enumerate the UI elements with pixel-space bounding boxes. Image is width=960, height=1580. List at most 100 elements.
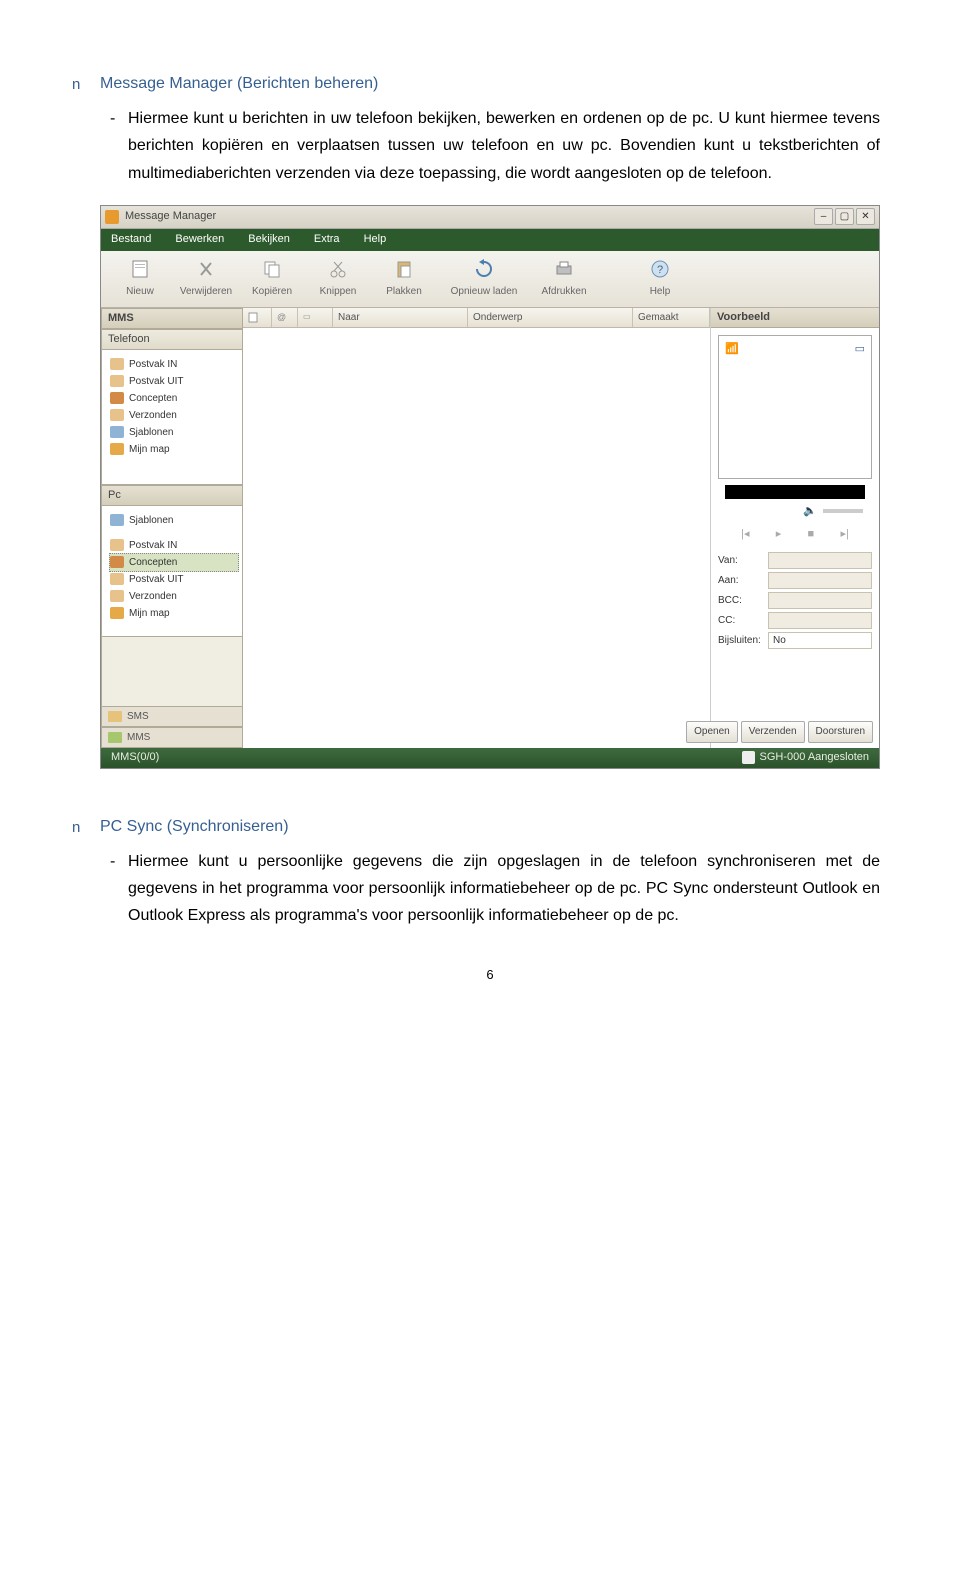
col-icon-1[interactable] — [243, 308, 272, 327]
tb-afdrukken[interactable]: Afdrukken — [533, 254, 595, 304]
tree-item-mijn-map-pc[interactable]: Mijn map — [110, 605, 238, 622]
cut-icon — [326, 258, 350, 280]
minimize-button[interactable]: – — [814, 208, 833, 225]
field-label-aan: Aan: — [718, 572, 764, 589]
col-icon-2[interactable]: @ — [272, 308, 298, 327]
tree-telefoon: Postvak IN Postvak UIT Concepten Verzond… — [101, 350, 243, 485]
message-manager-screenshot: Message Manager – ▢ ✕ Bestand Bewerken B… — [100, 205, 880, 769]
tree-item-mijn-map[interactable]: Mijn map — [110, 441, 238, 458]
col-onderwerp[interactable]: Onderwerp — [468, 308, 633, 327]
play-button[interactable]: ▸ — [776, 525, 782, 544]
tree-item-verzonden[interactable]: Verzonden — [110, 407, 238, 424]
message-list[interactable] — [243, 328, 710, 748]
sidebar-header-mms[interactable]: MMS — [101, 308, 243, 329]
inbox-icon — [110, 358, 124, 370]
templates-icon — [110, 426, 124, 438]
openen-button[interactable]: Openen — [686, 721, 738, 743]
folder-icon — [110, 607, 124, 619]
tree-item-sjablonen-pc[interactable]: Sjablonen — [110, 512, 238, 529]
tree-label: Mijn map — [129, 605, 170, 622]
tb-verwijderen[interactable]: Verwijderen — [175, 254, 237, 304]
field-bcc — [768, 592, 872, 609]
tb-label: Opnieuw laden — [451, 283, 518, 300]
field-label-van: Van: — [718, 552, 764, 569]
field-cc — [768, 612, 872, 629]
phone-preview: 📶 ▭ — [718, 335, 872, 479]
tb-plakken[interactable]: Plakken — [373, 254, 435, 304]
tree-item-postvak-in-pc[interactable]: Postvak IN — [110, 537, 238, 554]
volume-slider[interactable] — [823, 509, 863, 513]
tree-label: Postvak IN — [129, 537, 177, 554]
tree-item-postvak-in[interactable]: Postvak IN — [110, 356, 238, 373]
new-icon — [128, 258, 152, 280]
doorsturen-button[interactable]: Doorsturen — [808, 721, 873, 743]
column-header-row: @ ▭ Naar Onderwerp Gemaakt — [243, 308, 710, 328]
section-heading-pc-sync: n PC Sync (Synchroniseren) — [72, 813, 880, 840]
tree-label: Verzonden — [129, 407, 177, 424]
folder-icon — [110, 443, 124, 455]
stop-button[interactable]: ■ — [808, 525, 815, 544]
next-button[interactable]: ▸| — [840, 525, 848, 544]
preview-buttons: Openen Verzenden Doorsturen — [711, 716, 879, 748]
playback-controls: |◂ ▸ ■ ▸| — [718, 523, 872, 550]
tree-item-postvak-uit-pc[interactable]: Postvak UIT — [110, 571, 238, 588]
paragraph-2: - Hiermee kunt u persoonlijke gegevens d… — [128, 848, 880, 930]
col-naar[interactable]: Naar — [333, 308, 468, 327]
tree-item-concepten-pc[interactable]: Concepten — [109, 553, 239, 572]
tree-item-sjablonen[interactable]: Sjablonen — [110, 424, 238, 441]
status-left: MMS(0/0) — [111, 748, 159, 767]
verzenden-button[interactable]: Verzenden — [741, 721, 805, 743]
menu-bekijken[interactable]: Bekijken — [248, 230, 290, 249]
paragraph-1: - Hiermee kunt u berichten in uw telefoo… — [128, 105, 880, 187]
heading-text: Message Manager (Berichten beheren) — [72, 75, 378, 92]
svg-text:?: ? — [657, 264, 663, 276]
field-aan — [768, 572, 872, 589]
tb-label: Help — [650, 283, 671, 300]
field-label-cc: CC: — [718, 612, 764, 629]
bottom-tab-mms[interactable]: MMS — [101, 727, 243, 748]
tree-label: Concepten — [129, 390, 177, 407]
inbox-icon — [110, 539, 124, 551]
prev-button[interactable]: |◂ — [741, 525, 749, 544]
window-titlebar: Message Manager – ▢ ✕ — [101, 206, 879, 229]
sent-icon — [110, 590, 124, 602]
tb-label: Verwijderen — [180, 283, 232, 300]
tb-help[interactable]: ? Help — [629, 254, 691, 304]
tb-kopieren[interactable]: Kopiëren — [241, 254, 303, 304]
sidebar-header-pc[interactable]: Pc — [101, 485, 243, 506]
tree-label: Postvak UIT — [129, 373, 183, 390]
sidebar-subheader-telefoon[interactable]: Telefoon — [101, 329, 243, 350]
tb-label: Nieuw — [126, 283, 154, 300]
tree-item-postvak-uit[interactable]: Postvak UIT — [110, 373, 238, 390]
tree-item-verzonden-pc[interactable]: Verzonden — [110, 588, 238, 605]
playback-progress[interactable] — [725, 485, 865, 499]
app-icon — [105, 210, 119, 224]
field-bijsluiten: No — [768, 632, 872, 649]
tree-item-concepten[interactable]: Concepten — [110, 390, 238, 407]
sidebar: MMS Telefoon Postvak IN Postvak UIT Conc… — [101, 308, 243, 748]
preview-panel: Voorbeeld 📶 ▭ 🔈 |◂ ▸ — [711, 308, 879, 748]
menu-bestand[interactable]: Bestand — [111, 230, 151, 249]
tree-label: Sjablonen — [129, 512, 173, 529]
col-icon-3[interactable]: ▭ — [298, 308, 333, 327]
tb-nieuw[interactable]: Nieuw — [109, 254, 171, 304]
tb-knippen[interactable]: Knippen — [307, 254, 369, 304]
speaker-icon: 🔈 — [803, 502, 817, 521]
dash-marker: - — [110, 105, 115, 132]
col-gemaakt[interactable]: Gemaakt — [633, 308, 710, 327]
sent-icon — [110, 409, 124, 421]
maximize-button[interactable]: ▢ — [835, 208, 854, 225]
sms-icon — [108, 711, 122, 722]
tb-label: Plakken — [386, 283, 422, 300]
menu-extra[interactable]: Extra — [314, 230, 340, 249]
message-list-panel: @ ▭ Naar Onderwerp Gemaakt — [243, 308, 711, 748]
close-button[interactable]: ✕ — [856, 208, 875, 225]
connection-icon — [742, 751, 755, 764]
bottom-tab-sms[interactable]: SMS — [101, 706, 243, 727]
statusbar: MMS(0/0) SGH-000 Aangesloten — [101, 748, 879, 768]
menu-help[interactable]: Help — [364, 230, 387, 249]
field-van — [768, 552, 872, 569]
menu-bewerken[interactable]: Bewerken — [175, 230, 224, 249]
tb-opnieuw-laden[interactable]: Opnieuw laden — [439, 254, 529, 304]
drafts-icon — [110, 392, 124, 404]
